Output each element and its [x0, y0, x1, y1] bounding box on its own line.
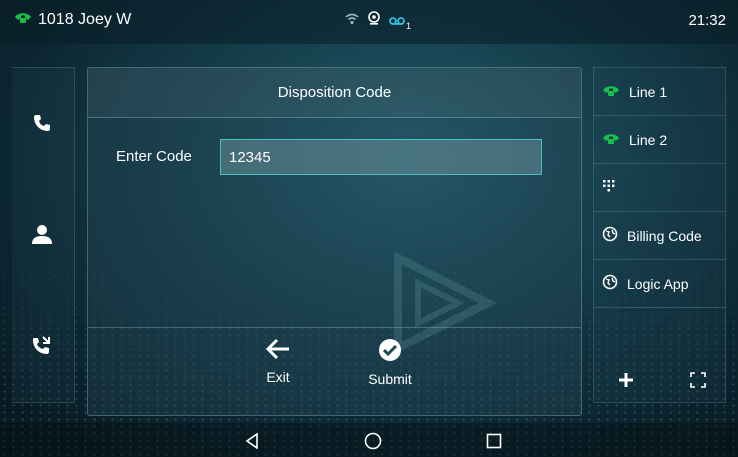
dialog-title: Disposition Code: [88, 68, 581, 118]
account-indicator[interactable]: 1018 Joey W: [14, 11, 131, 29]
recent-apps-icon[interactable]: [483, 431, 505, 451]
submit-label: Submit: [368, 371, 412, 387]
exit-label: Exit: [266, 369, 290, 385]
dialpad-icon: [602, 179, 616, 196]
account-label: 1018 Joey W: [38, 11, 132, 28]
left-panel: [12, 67, 75, 403]
billing-code-key[interactable]: Billing Code: [594, 212, 725, 260]
status-bar: 1018 Joey W 1 21:32: [0, 0, 738, 44]
line-key-1[interactable]: Line 1: [594, 68, 725, 116]
line-key-2[interactable]: Line 2: [594, 116, 725, 164]
globe-icon: [602, 226, 618, 245]
expand-icon[interactable]: [690, 372, 706, 393]
handset-icon: [32, 113, 52, 138]
call-history-icon: [31, 335, 53, 362]
panel-controls: [594, 358, 725, 402]
contacts-button[interactable]: [24, 218, 60, 254]
disposition-code-dialog: Disposition Code Enter Code Exit Submit: [87, 67, 582, 416]
exit-button[interactable]: Exit: [243, 338, 313, 385]
status-icons: 1: [345, 11, 411, 31]
back-icon[interactable]: [241, 431, 263, 451]
check-circle-icon: [378, 338, 402, 365]
dialog-footer: Exit Submit: [88, 327, 581, 417]
home-icon[interactable]: [362, 431, 384, 451]
calls-button[interactable]: [24, 107, 60, 143]
code-input[interactable]: [220, 139, 542, 175]
line-key-label: Logic App: [627, 275, 689, 292]
navigation-bar: [0, 423, 738, 457]
line-key-label: Line 1: [629, 83, 668, 100]
enter-code-label: Enter Code: [116, 148, 192, 165]
logic-app-key[interactable]: Logic App: [594, 260, 725, 308]
clock: 21:32: [688, 12, 726, 29]
camera-icon: [367, 11, 381, 30]
voicemail-icon[interactable]: 1: [389, 16, 411, 31]
phone-icon: [602, 132, 620, 148]
dialpad-key[interactable]: [594, 164, 725, 212]
phone-icon: [602, 84, 620, 100]
call-history-button[interactable]: [24, 330, 60, 366]
line-keys-panel: Line 1 Line 2 Billing Code Logic App: [593, 67, 726, 403]
plus-icon[interactable]: [618, 372, 634, 393]
globe-icon: [602, 274, 618, 293]
person-icon: [31, 223, 53, 250]
submit-button[interactable]: Submit: [355, 338, 425, 387]
phone-icon: [14, 11, 32, 29]
wifi-icon: [345, 12, 359, 30]
arrow-left-icon: [265, 338, 291, 363]
voicemail-count: 1: [406, 20, 412, 31]
line-key-label: Line 2: [629, 131, 668, 148]
line-key-label: Billing Code: [627, 227, 702, 244]
